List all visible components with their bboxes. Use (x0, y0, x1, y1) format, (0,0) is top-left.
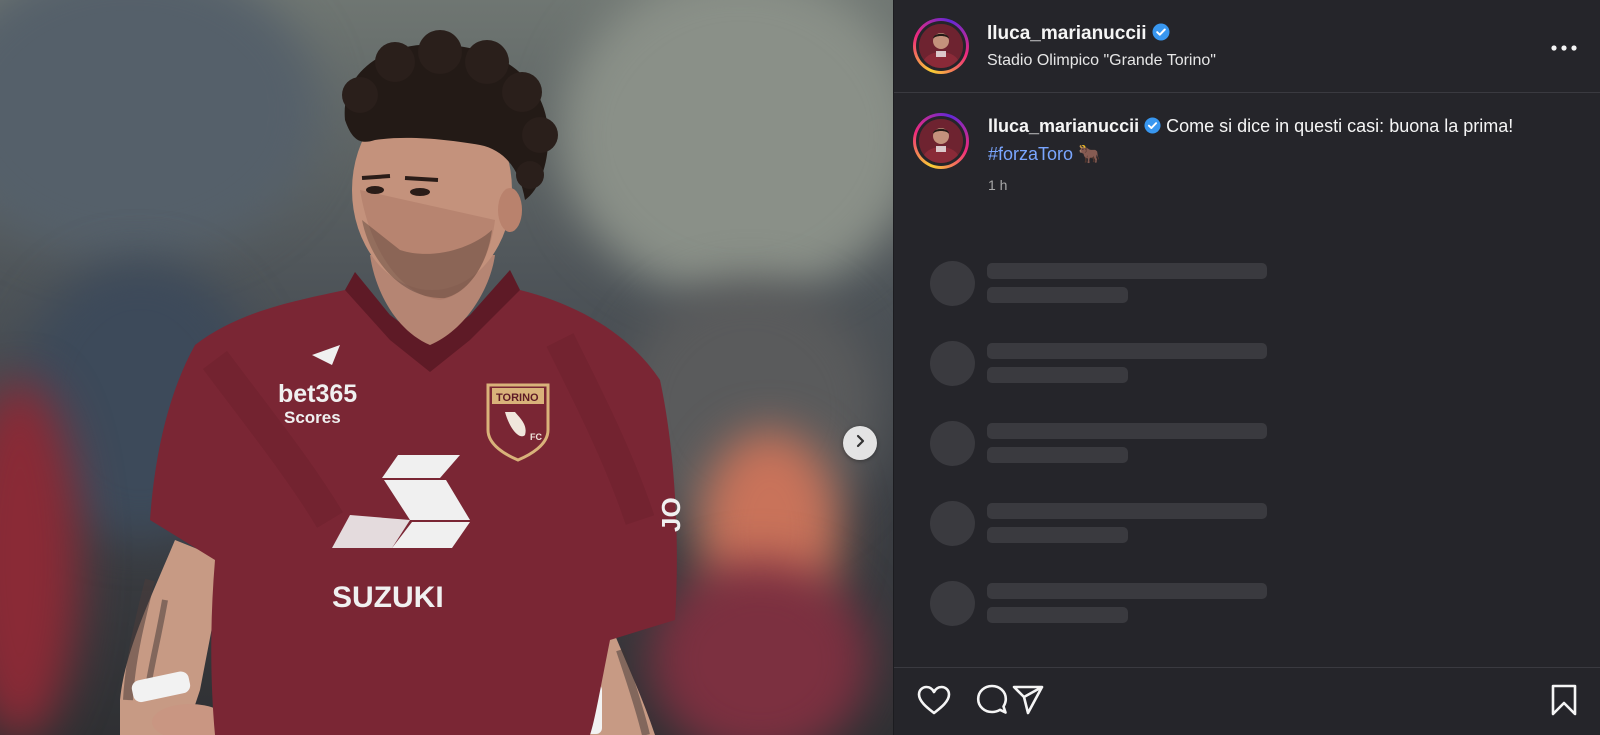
like-button[interactable] (916, 684, 952, 720)
comment-skeleton (930, 501, 1267, 581)
comment-skeleton (930, 581, 1267, 661)
caption-username[interactable]: lluca_marianuccii (988, 116, 1139, 136)
comment-button[interactable] (974, 684, 1010, 720)
chest-sponsor-subtext: Scores (284, 408, 341, 427)
main-sponsor-text: SUZUKI (332, 581, 444, 614)
comment-skeleton (930, 421, 1267, 501)
post-location[interactable]: Stadio Olimpico "Grande Torino" (987, 52, 1216, 70)
share-button[interactable] (1010, 684, 1046, 720)
avatar[interactable] (913, 18, 969, 74)
post-timestamp[interactable]: 1 h (988, 177, 1548, 193)
chevron-right-icon (853, 434, 867, 453)
comment-skeleton (930, 261, 1267, 341)
player-photo: bet365 Scores TORINO FC SUZUKI JO (120, 30, 686, 735)
heart-icon (917, 685, 951, 720)
ox-emoji: 🐂 (1078, 144, 1101, 164)
crest-text: TORINO (496, 392, 539, 404)
more-options-button[interactable] (1550, 33, 1578, 61)
caption-text: lluca_marianuccii Come si dice in questi… (988, 113, 1548, 167)
bookmark-icon (1551, 684, 1577, 721)
comments-loading (930, 261, 1267, 661)
caption-body-text: Come si dice in questi casi: buona la pr… (1161, 116, 1514, 136)
verified-badge-icon (1152, 23, 1170, 46)
post-media: bet365 Scores TORINO FC SUZUKI JO (0, 0, 893, 735)
save-button[interactable] (1546, 684, 1582, 720)
hashtag-link[interactable]: #forzaToro (988, 144, 1073, 164)
post-side-panel: lluca_marianuccii Stadio Olimpico "Grand… (893, 0, 1600, 735)
comment-skeleton (930, 341, 1267, 421)
next-photo-button[interactable] (843, 426, 877, 460)
crest-fc-text: FC (530, 432, 542, 442)
post-header: lluca_marianuccii Stadio Olimpico "Grand… (894, 0, 1600, 93)
chest-sponsor-text: bet365 (278, 380, 357, 408)
share-icon (1011, 684, 1045, 721)
comment-icon (976, 684, 1008, 721)
caption-row: lluca_marianuccii Come si dice in questi… (894, 93, 1600, 193)
caption-avatar[interactable] (913, 113, 969, 169)
caption-verified-badge-icon (1144, 115, 1161, 141)
header-username[interactable]: lluca_marianuccii (987, 23, 1146, 45)
sleeve-text: JO (656, 497, 686, 532)
more-options-icon (1551, 38, 1577, 56)
action-bar (894, 667, 1600, 735)
